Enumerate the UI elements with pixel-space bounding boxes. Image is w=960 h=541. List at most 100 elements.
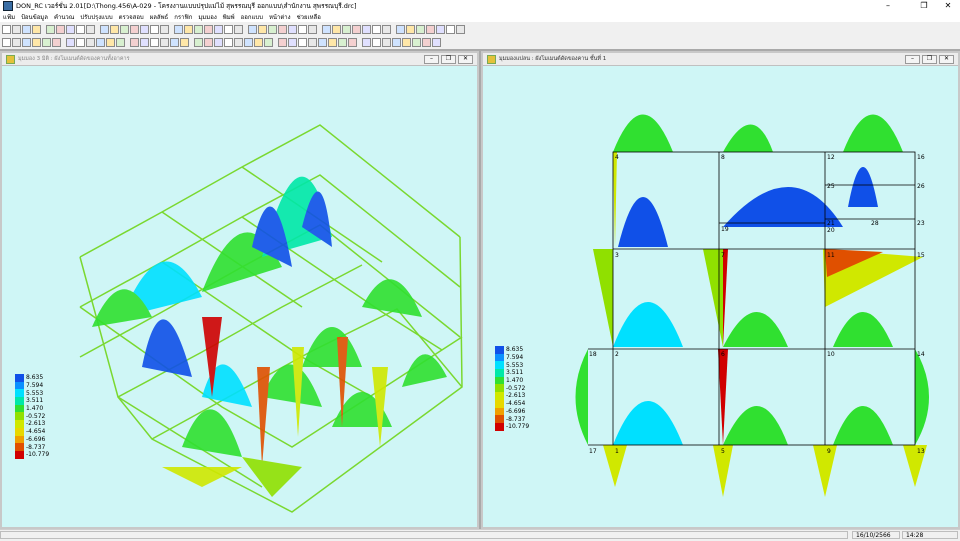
toolbar-tool-icon[interactable] (244, 37, 253, 47)
toolbar-tool-icon[interactable] (76, 37, 85, 47)
toolbar-tool-icon[interactable] (52, 37, 61, 47)
toolbar-tool-icon[interactable] (66, 37, 75, 47)
toolbar-tool-icon[interactable] (392, 37, 401, 47)
toolbar-tool-icon[interactable] (2, 37, 11, 47)
close-button[interactable]: ✕ (936, 0, 960, 12)
toolbar-tool-icon[interactable] (42, 37, 51, 47)
window-3d-restore-button[interactable]: ❐ (441, 55, 456, 64)
toolbar-tool-icon[interactable] (248, 24, 257, 34)
toolbar-tool-icon[interactable] (224, 37, 233, 47)
toolbar-tool-icon[interactable] (170, 37, 179, 47)
toolbar-tool-icon[interactable] (180, 37, 189, 47)
menu-file[interactable]: แฟ้ม (0, 12, 18, 22)
toolbar-tool-icon[interactable] (382, 37, 391, 47)
toolbar-tool-icon[interactable] (56, 24, 65, 34)
toolbar-tool-icon[interactable] (422, 37, 431, 47)
window-plan-view[interactable]: มุมมองแปลน : ผังโมเมนต์ดัดของคาน ชั้นที่… (481, 51, 960, 529)
toolbar-tool-icon[interactable] (352, 24, 361, 34)
toolbar-tool-icon[interactable] (288, 24, 297, 34)
toolbar-tool-icon[interactable] (318, 37, 327, 47)
menu-design[interactable]: ออกแบบ (238, 12, 266, 22)
menu-view[interactable]: มุมมอง (195, 12, 219, 22)
toolbar-tool-icon[interactable] (110, 24, 119, 34)
toolbar-tool-icon[interactable] (382, 24, 391, 34)
toolbar-tool-icon[interactable] (372, 37, 381, 47)
window-plan-close-button[interactable]: ✕ (939, 55, 954, 64)
menu-help[interactable]: ช่วยเหลือ (294, 12, 324, 22)
toolbar-tool-icon[interactable] (402, 37, 411, 47)
window-plan-titlebar[interactable]: มุมมองแปลน : ผังโมเมนต์ดัดของคาน ชั้นที่… (483, 53, 958, 66)
window-3d-minimize-button[interactable]: – (424, 55, 439, 64)
toolbar-tool-icon[interactable] (332, 24, 341, 34)
toolbar-tool-icon[interactable] (160, 24, 169, 34)
toolbar-tool-icon[interactable] (66, 24, 75, 34)
toolbar-tool-icon[interactable] (96, 37, 105, 47)
toolbar-tool-icon[interactable] (456, 24, 465, 34)
toolbar-tool-icon[interactable] (342, 24, 351, 34)
toolbar-tool-icon[interactable] (322, 24, 331, 34)
window-plan-restore-button[interactable]: ❐ (922, 55, 937, 64)
menu-input[interactable]: ป้อนข้อมูล (18, 12, 51, 22)
menu-calculate[interactable]: คำนวณ (51, 12, 77, 22)
toolbar-tool-icon[interactable] (412, 37, 421, 47)
toolbar-tool-icon[interactable] (416, 24, 425, 34)
toolbar-tool-icon[interactable] (446, 24, 455, 34)
toolbar-tool-icon[interactable] (288, 37, 297, 47)
toolbar-tool-icon[interactable] (106, 37, 115, 47)
toolbar-tool-icon[interactable] (214, 37, 223, 47)
toolbar-tool-icon[interactable] (76, 24, 85, 34)
toolbar-tool-icon[interactable] (338, 37, 347, 47)
toolbar-tool-icon[interactable] (204, 24, 213, 34)
toolbar-tool-icon[interactable] (362, 37, 371, 47)
toolbar-tool-icon[interactable] (194, 24, 203, 34)
canvas-plan-moment-diagram[interactable]: 4 8 12 16 25 26 19 21 20 28 23 3 7 11 15… (483, 67, 958, 529)
toolbar-tool-icon[interactable] (406, 24, 415, 34)
toolbar-tool-icon[interactable] (12, 37, 21, 47)
toolbar-tool-icon[interactable] (100, 24, 109, 34)
toolbar-tool-icon[interactable] (308, 24, 317, 34)
menu-window[interactable]: หน้าต่าง (266, 12, 294, 22)
toolbar-tool-icon[interactable] (130, 24, 139, 34)
toolbar-tool-icon[interactable] (348, 37, 357, 47)
toolbar-tool-icon[interactable] (116, 37, 125, 47)
toolbar-tool-icon[interactable] (86, 24, 95, 34)
toolbar-tool-icon[interactable] (426, 24, 435, 34)
toolbar-tool-icon[interactable] (130, 37, 139, 47)
window-3d-view[interactable]: มุมมอง 3 มิติ : ผังโมเมนต์ดัดของคานทั้งอ… (0, 51, 479, 529)
toolbar-tool-icon[interactable] (308, 37, 317, 47)
toolbar-tool-icon[interactable] (2, 24, 11, 34)
toolbar-tool-icon[interactable] (278, 37, 287, 47)
toolbar-tool-icon[interactable] (32, 37, 41, 47)
restore-button[interactable]: ❐ (912, 0, 936, 12)
toolbar-tool-icon[interactable] (432, 37, 441, 47)
toolbar-tool-icon[interactable] (194, 37, 203, 47)
toolbar-tool-icon[interactable] (224, 24, 233, 34)
window-plan-minimize-button[interactable]: – (905, 55, 920, 64)
toolbar-tool-icon[interactable] (140, 37, 149, 47)
window-3d-titlebar[interactable]: มุมมอง 3 มิติ : ผังโมเมนต์ดัดของคานทั้งอ… (2, 53, 477, 66)
toolbar-tool-icon[interactable] (140, 24, 149, 34)
toolbar-tool-icon[interactable] (234, 37, 243, 47)
minimize-button[interactable]: – (876, 0, 900, 12)
toolbar-tool-icon[interactable] (268, 24, 277, 34)
toolbar-tool-icon[interactable] (278, 24, 287, 34)
toolbar-tool-icon[interactable] (396, 24, 405, 34)
menu-revise[interactable]: ปรับปรุงแบบ (77, 12, 115, 22)
toolbar-tool-icon[interactable] (362, 24, 371, 34)
toolbar-tool-icon[interactable] (254, 37, 263, 47)
toolbar-tool-icon[interactable] (264, 37, 273, 47)
toolbar-tool-icon[interactable] (22, 37, 31, 47)
toolbar-tool-icon[interactable] (150, 24, 159, 34)
toolbar-tool-icon[interactable] (150, 37, 159, 47)
menu-results[interactable]: ผลลัพธ์ (147, 12, 172, 22)
toolbar-tool-icon[interactable] (22, 24, 31, 34)
toolbar-tool-icon[interactable] (328, 37, 337, 47)
toolbar-tool-icon[interactable] (204, 37, 213, 47)
toolbar-tool-icon[interactable] (174, 24, 183, 34)
toolbar-tool-icon[interactable] (184, 24, 193, 34)
toolbar-tool-icon[interactable] (372, 24, 381, 34)
toolbar-tool-icon[interactable] (160, 37, 169, 47)
window-3d-close-button[interactable]: ✕ (458, 55, 473, 64)
toolbar-tool-icon[interactable] (120, 24, 129, 34)
menu-check[interactable]: ตรวจสอบ (116, 12, 147, 22)
